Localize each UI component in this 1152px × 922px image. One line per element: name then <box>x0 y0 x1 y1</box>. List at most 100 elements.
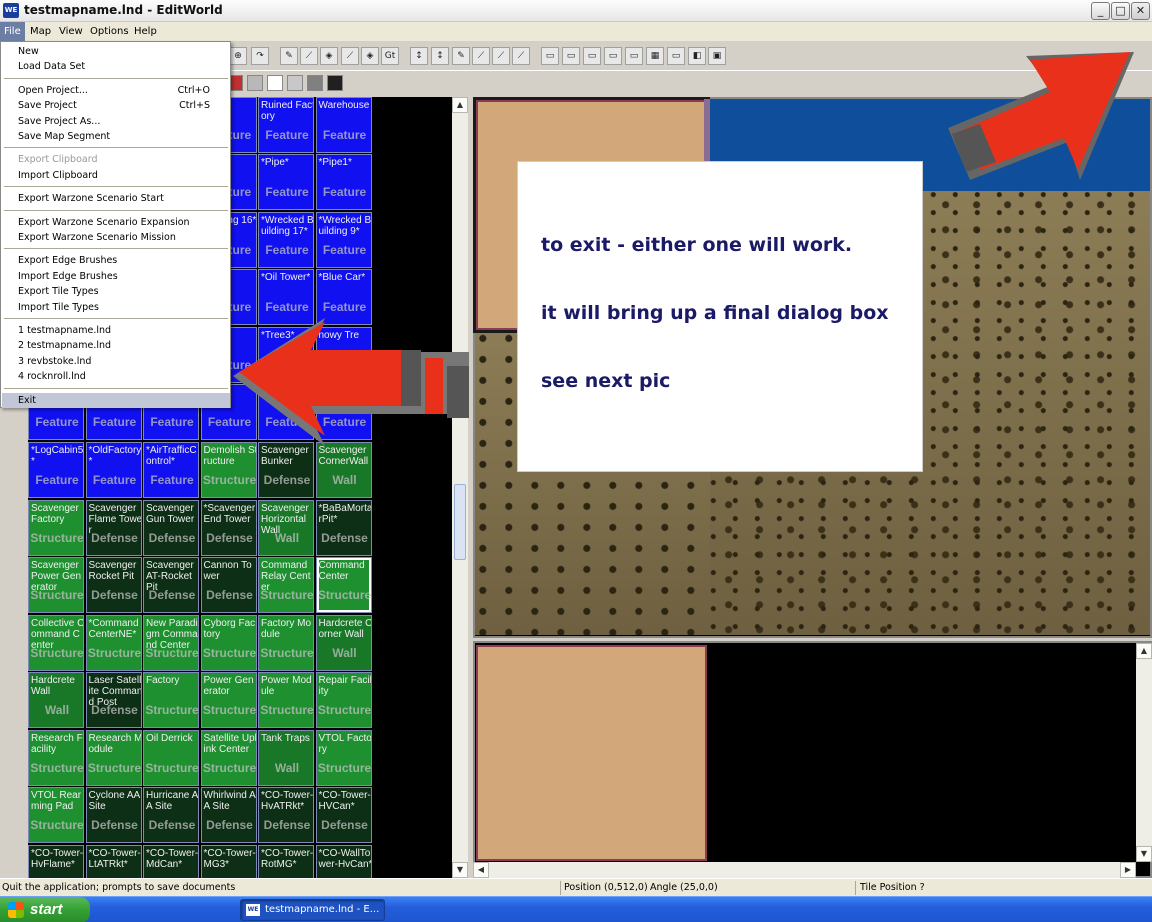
menu-item-export-warzone-scenario-mission[interactable]: Export Warzone Scenario Mission <box>2 230 230 245</box>
tile-item[interactable]: Hardcrete Corner Wall Wall <box>315 615 372 671</box>
tile-item[interactable]: Collective Command Center Structure <box>28 615 84 671</box>
toolbar-button[interactable]: Gt <box>381 47 399 65</box>
scroll-up-arrow-icon[interactable]: ▲ <box>1136 643 1152 659</box>
tile-item[interactable]: *CO-Tower-HVCan* Defense <box>315 787 372 843</box>
tile-item[interactable]: Hurricane AA Site Defense <box>143 787 199 843</box>
tile-item[interactable]: Scavenger Rocket Pit Defense <box>85 557 142 613</box>
toolbar-button[interactable]: ▭ <box>604 47 622 65</box>
app-icon[interactable]: WE <box>3 3 19 18</box>
tile-item[interactable]: Repair Facility Structure <box>315 672 372 728</box>
menu-item-save-map-segment[interactable]: Save Map Segment <box>2 129 230 144</box>
scroll-right-arrow-icon[interactable]: ▶ <box>1120 862 1136 878</box>
tile-item[interactable]: Scavenger CornerWall Wall <box>315 442 372 498</box>
tile-item[interactable]: Scavenger Bunker Defense <box>258 442 314 498</box>
tile-item[interactable]: *CO-WallTower-HvCan*Defense <box>315 845 372 878</box>
tile-item[interactable]: *Wrecked Building 9* Feature <box>315 212 372 268</box>
tile-item[interactable]: Research Facility Structure <box>28 730 84 786</box>
menu-item-1-testmapname-lnd[interactable]: 1 testmapname.lnd <box>2 323 230 338</box>
toolbar-button[interactable]: ⟋ <box>300 47 318 65</box>
scroll-down-arrow-icon[interactable]: ▼ <box>1136 846 1152 862</box>
tile-item[interactable]: *Pipe* Feature <box>258 154 314 210</box>
menu-item-export-warzone-scenario-start[interactable]: Export Warzone Scenario Start <box>2 191 230 206</box>
tile-item[interactable]: Tank Traps Wall <box>258 730 314 786</box>
tile-item[interactable]: *Oil Tower* Feature <box>258 269 314 325</box>
tile-item[interactable]: *AirTrafficControl* Feature <box>143 442 199 498</box>
toolbar-button[interactable]: ▭ <box>625 47 643 65</box>
colour-swatch-button[interactable] <box>267 75 283 91</box>
tile-item[interactable]: *CO-Tower-MG3*Defense <box>200 845 257 878</box>
toolbar-button[interactable]: ◧ <box>688 47 706 65</box>
menu-item-exit[interactable]: Exit <box>2 392 230 408</box>
tile-item[interactable]: *CO-Tower-RotMG*Defense <box>258 845 314 878</box>
menu-item-4-rocknroll-lnd[interactable]: 4 rocknroll.lnd <box>2 369 230 384</box>
scroll-thumb[interactable] <box>454 484 466 560</box>
map-hscrollbar[interactable]: ◀ ▶ <box>473 862 1136 878</box>
menu-file[interactable]: File <box>0 22 25 41</box>
tile-item[interactable]: Command Center Structure <box>315 557 372 613</box>
menu-view[interactable]: View <box>55 22 87 41</box>
toolbar-button[interactable]: ◈ <box>320 47 338 65</box>
tile-item[interactable]: *CO-Tower-LtATRkt*Defense <box>85 845 142 878</box>
tile-item[interactable]: VTOL Rearming Pad Structure <box>28 787 84 843</box>
toolbar-button[interactable]: ⟋ <box>512 47 530 65</box>
menu-item-save-project-as[interactable]: Save Project As... <box>2 114 230 129</box>
minimize-button[interactable]: _ <box>1091 2 1110 20</box>
tile-item[interactable]: Whirlwind AA Site Defense <box>200 787 257 843</box>
scroll-down-arrow-icon[interactable]: ▼ <box>452 862 468 878</box>
menu-options[interactable]: Options <box>86 22 133 41</box>
tile-item[interactable]: Power Module Structure <box>258 672 314 728</box>
tile-item[interactable]: Scavenger Horizontal Wall Wall <box>258 500 314 556</box>
menu-item-import-edge-brushes[interactable]: Import Edge Brushes <box>2 269 230 284</box>
menu-item-export-edge-brushes[interactable]: Export Edge Brushes <box>2 253 230 268</box>
tile-item[interactable]: Ruined Factory Feature <box>258 97 314 153</box>
tile-item[interactable]: *OldFactory* Feature <box>85 442 142 498</box>
tile-item[interactable]: New Paradigm Command Center Structure <box>143 615 199 671</box>
tile-item[interactable]: *CO-Tower-HvATRkt* Defense <box>258 787 314 843</box>
tile-item[interactable]: Factory Structure <box>143 672 199 728</box>
menu-item-save-project[interactable]: Save Project Ctrl+S <box>2 98 230 113</box>
tile-item[interactable]: Scavenger Factory Structure <box>28 500 84 556</box>
tile-item[interactable]: Demolish Structure Structure <box>200 442 257 498</box>
toolbar-button[interactable]: ✎ <box>452 47 470 65</box>
toolbar-button[interactable]: ✎ <box>280 47 298 65</box>
tile-item[interactable]: Laser Satellite Command Post Defense <box>85 672 142 728</box>
toolbar-button[interactable]: ▦ <box>646 47 664 65</box>
colour-swatch-button[interactable] <box>327 75 343 91</box>
toolbar-button[interactable]: ⟋ <box>492 47 510 65</box>
tile-item[interactable]: *Wrecked Building 17* Feature <box>258 212 314 268</box>
colour-swatch-button[interactable] <box>307 75 323 91</box>
menu-item-import-clipboard[interactable]: Import Clipboard <box>2 168 230 183</box>
tile-item[interactable]: Satellite Uplink Center Structure <box>200 730 257 786</box>
tile-item[interactable]: Research Module Structure <box>85 730 142 786</box>
menu-item-export-tile-types[interactable]: Export Tile Types <box>2 284 230 299</box>
tile-item[interactable]: Cyborg Factory Structure <box>200 615 257 671</box>
map-vscrollbar[interactable]: ▲ ▼ <box>1136 643 1152 862</box>
toolbar-button[interactable]: ⟋ <box>472 47 490 65</box>
toolbar-button[interactable]: ▭ <box>583 47 601 65</box>
menu-help[interactable]: Help <box>130 22 161 41</box>
tile-item[interactable]: *BaBaMortarPit* Defense <box>315 500 372 556</box>
maximize-button[interactable]: □ <box>1111 2 1130 20</box>
tile-item[interactable]: *Command CenterNE* Structure <box>85 615 142 671</box>
tile-item[interactable]: Command Relay Center Structure <box>258 557 314 613</box>
toolbar-button[interactable]: ↷ <box>251 47 269 65</box>
tile-item[interactable]: *LogCabin5* Feature <box>28 442 84 498</box>
tile-item[interactable]: Oil Derrick Structure <box>143 730 199 786</box>
tile-item[interactable]: *Pipe1* Feature <box>315 154 372 210</box>
colour-swatch-button[interactable] <box>247 75 263 91</box>
taskbar-item-editworld[interactable]: WE testmapname.lnd - E... <box>240 899 385 921</box>
close-button[interactable]: ✕ <box>1131 2 1150 20</box>
tile-item[interactable]: Scavenger AT-Rocket Pit Defense <box>143 557 199 613</box>
toolbar-button[interactable]: ◈ <box>361 47 379 65</box>
tile-item[interactable]: VTOL Factory Structure <box>315 730 372 786</box>
toolbar-button[interactable]: ⊕ <box>229 47 247 65</box>
tile-item[interactable]: Scavenger Gun Tower Defense <box>143 500 199 556</box>
toolbar-button[interactable]: ▭ <box>562 47 580 65</box>
tile-item[interactable]: Cyclone AA Site Defense <box>85 787 142 843</box>
tile-item[interactable]: *Blue Car* Feature <box>315 269 372 325</box>
menu-item-import-tile-types[interactable]: Import Tile Types <box>2 300 230 315</box>
start-button[interactable]: start <box>0 897 90 922</box>
scroll-up-arrow-icon[interactable]: ▲ <box>452 97 468 113</box>
tile-item[interactable]: Scavenger Power Generator Structure <box>28 557 84 613</box>
tile-item[interactable]: Scavenger Flame Tower Defense <box>85 500 142 556</box>
